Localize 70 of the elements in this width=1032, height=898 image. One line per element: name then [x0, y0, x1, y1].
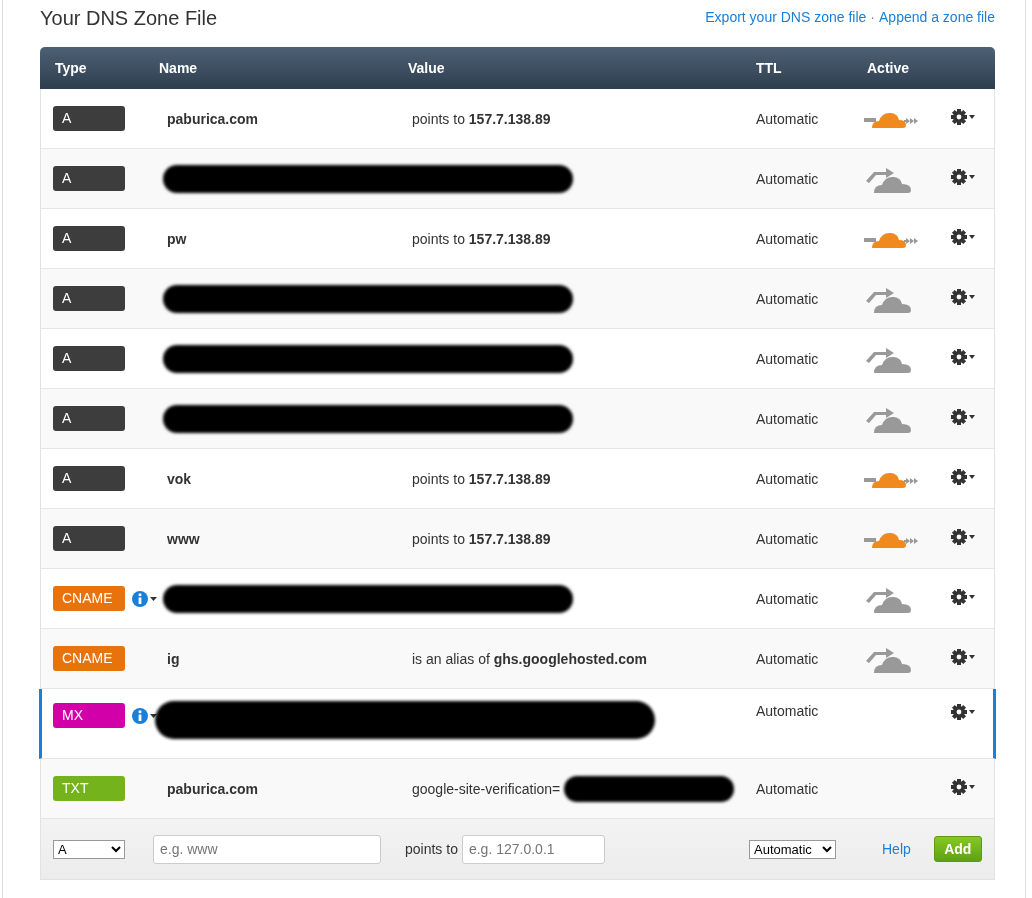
ttl-value: Automatic	[756, 230, 819, 247]
column-header: Active	[867, 60, 910, 76]
type-select[interactable]: A	[53, 839, 125, 859]
column-header: TTL	[756, 60, 783, 76]
record-row[interactable]: A Automatic	[41, 389, 994, 449]
points-to-label: points to	[405, 841, 458, 857]
record-type-badge: A	[53, 346, 125, 371]
record-row[interactable]: TXT paburica.com google-site-verification= Automatic	[41, 759, 994, 819]
column-header: Type	[55, 60, 88, 76]
settings-icon[interactable]	[950, 348, 976, 366]
settings-icon[interactable]	[950, 468, 976, 486]
record-name: ig	[167, 650, 180, 667]
settings-icon[interactable]	[950, 288, 976, 306]
record-type-badge: A	[53, 166, 125, 191]
value-input[interactable]: e.g. 127.0.0.1	[461, 834, 605, 864]
record-row[interactable]: A www points to 157.7.138.89 Automatic	[41, 509, 994, 569]
settings-icon[interactable]	[950, 168, 976, 186]
record-value: points to 157.7.138.89	[412, 530, 551, 547]
record-row[interactable]: A Automatic	[41, 149, 994, 209]
ttl-value: Automatic	[756, 590, 819, 607]
record-name: vok	[167, 470, 192, 487]
name-input[interactable]: e.g. www	[153, 834, 381, 864]
settings-icon[interactable]	[950, 228, 976, 246]
ttl-value: Automatic	[756, 350, 819, 367]
record-value: google-site-verification=	[412, 780, 561, 797]
ttl-value: Automatic	[756, 470, 819, 487]
record-type-badge: A	[53, 466, 125, 491]
record-type-badge: MX	[53, 703, 125, 728]
record-type-badge: A	[53, 526, 125, 551]
record-type-badge: CNAME	[53, 586, 125, 611]
record-value: points to 157.7.138.89	[412, 110, 551, 127]
record-value: is an alias of ghs.googlehosted.com	[412, 650, 647, 667]
record-type-badge: TXT	[53, 776, 125, 801]
record-type-badge: A	[53, 286, 125, 311]
record-row[interactable]: MX Automatic	[39, 689, 996, 759]
column-header: Value	[408, 60, 446, 76]
record-name: paburica.com	[167, 780, 259, 797]
record-type-badge: A	[53, 106, 125, 131]
record-name: pw	[167, 230, 187, 247]
settings-icon[interactable]	[950, 703, 976, 721]
link-separator: ·	[870, 9, 875, 25]
ttl-value: Automatic	[756, 780, 819, 797]
record-name: paburica.com	[167, 110, 259, 127]
settings-icon[interactable]	[950, 648, 976, 666]
settings-icon[interactable]	[950, 778, 976, 796]
settings-icon[interactable]	[950, 528, 976, 546]
ttl-value: Automatic	[756, 650, 819, 667]
export-link[interactable]: Export your DNS zone file	[705, 9, 867, 25]
help-link[interactable]: Help	[882, 841, 911, 857]
record-value: points to 157.7.138.89	[412, 470, 551, 487]
settings-icon[interactable]	[950, 588, 976, 606]
record-row[interactable]: A Automatic	[41, 269, 994, 329]
ttl-value: Automatic	[756, 530, 819, 547]
settings-icon[interactable]	[950, 408, 976, 426]
page-title: Your DNS Zone File	[40, 7, 218, 30]
column-header: Name	[159, 60, 199, 76]
ttl-select[interactable]: Automatic	[749, 839, 836, 859]
append-link[interactable]: Append a zone file	[879, 9, 995, 25]
record-type-badge: A	[53, 406, 125, 431]
record-value: points to 157.7.138.89	[412, 230, 551, 247]
ttl-value: Automatic	[756, 410, 819, 427]
settings-icon[interactable]	[950, 108, 976, 126]
record-row[interactable]: CNAME ig is an alias of ghs.googlehosted.com Automatic	[41, 629, 994, 689]
record-type-badge: CNAME	[53, 646, 125, 671]
record-type-badge: A	[53, 226, 125, 251]
ttl-value: Automatic	[756, 110, 819, 127]
ttl-value: Automatic	[756, 290, 819, 307]
ttl-value: Automatic	[756, 170, 819, 187]
ttl-value: Automatic	[756, 703, 819, 719]
record-name: www	[167, 530, 200, 547]
